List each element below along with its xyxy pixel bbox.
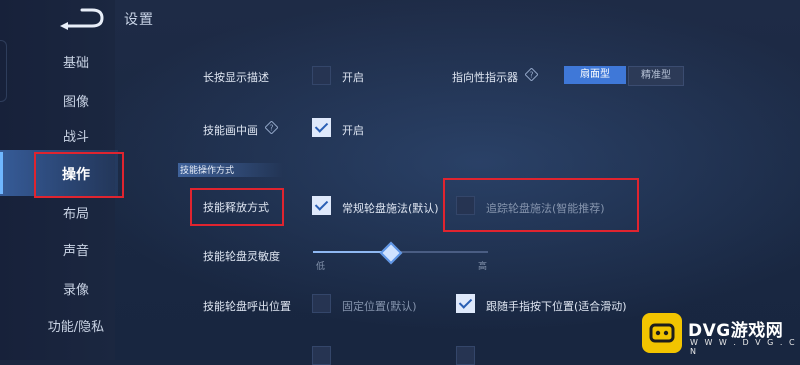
sensitivity-high-label: 高 xyxy=(478,262,488,272)
gamepad-icon xyxy=(649,323,675,343)
highlight-box-controls-tab xyxy=(34,152,124,198)
sidebar-item-privacy[interactable]: 功能/隐私 xyxy=(20,316,132,338)
sensitivity-low-label: 低 xyxy=(316,262,326,272)
pip-checkbox[interactable] xyxy=(312,118,331,137)
watermark-logo: DVG游戏网 W W W . D V G . C N xyxy=(642,308,800,360)
sidebar-item-sound[interactable]: 声音 xyxy=(20,240,132,262)
long-press-toggle-label: 开启 xyxy=(342,71,364,84)
release-mode-tracking-checkbox[interactable] xyxy=(456,196,475,215)
sidebar-active-indicator xyxy=(0,152,3,194)
wheel-position-follow-checkbox[interactable] xyxy=(456,294,475,313)
page-title: 设置 xyxy=(124,12,154,28)
pip-label: 技能画中画 xyxy=(203,124,258,137)
back-button[interactable] xyxy=(58,6,106,30)
indicator-option-precise[interactable]: 精准型 xyxy=(628,66,684,86)
wheel-position-label: 技能轮盘呼出位置 xyxy=(203,300,291,313)
sidebar-item-combat[interactable]: 战斗 xyxy=(20,126,132,148)
logo-badge-icon xyxy=(642,313,682,353)
sidebar-item-graphics[interactable]: 图像 xyxy=(20,91,132,113)
long-press-checkbox[interactable] xyxy=(312,66,331,85)
sidebar-item-layout[interactable]: 布局 xyxy=(20,203,132,225)
wheel-position-fixed-checkbox[interactable] xyxy=(312,294,331,313)
long-press-label: 长按显示描述 xyxy=(203,71,269,84)
release-mode-tracking-label: 追踪轮盘施法(智能推荐) xyxy=(486,202,605,215)
svg-text:?: ? xyxy=(269,124,273,133)
pip-toggle-label: 开启 xyxy=(342,124,364,137)
release-mode-default-checkbox[interactable] xyxy=(312,196,331,215)
back-arrow-icon xyxy=(60,8,104,30)
indicator-label: 指向性指示器 xyxy=(452,71,518,84)
svg-text:?: ? xyxy=(529,71,533,80)
edge-decoration xyxy=(0,40,7,102)
watermark-url: W W W . D V G . C N xyxy=(690,338,797,356)
sidebar-item-basic[interactable]: 基础 xyxy=(20,52,132,74)
indicator-option-sector[interactable]: 扇面型 xyxy=(564,66,626,84)
help-icon[interactable]: ? xyxy=(525,68,538,81)
wheel-position-fixed-label: 固定位置(默认) xyxy=(342,300,417,313)
sidebar-item-replay[interactable]: 录像 xyxy=(20,279,132,301)
help-icon[interactable]: ? xyxy=(265,121,278,134)
release-mode-default-label: 常规轮盘施法(默认) xyxy=(342,202,439,215)
next-row-checkbox[interactable] xyxy=(456,346,475,365)
sensitivity-label: 技能轮盘灵敏度 xyxy=(203,250,280,263)
next-row-checkbox[interactable] xyxy=(312,346,331,365)
release-mode-label: 技能释放方式 xyxy=(203,201,269,214)
wheel-position-follow-label: 跟随手指按下位置(适合滑动) xyxy=(486,300,627,313)
section-title: 技能操作方式 xyxy=(180,166,235,176)
